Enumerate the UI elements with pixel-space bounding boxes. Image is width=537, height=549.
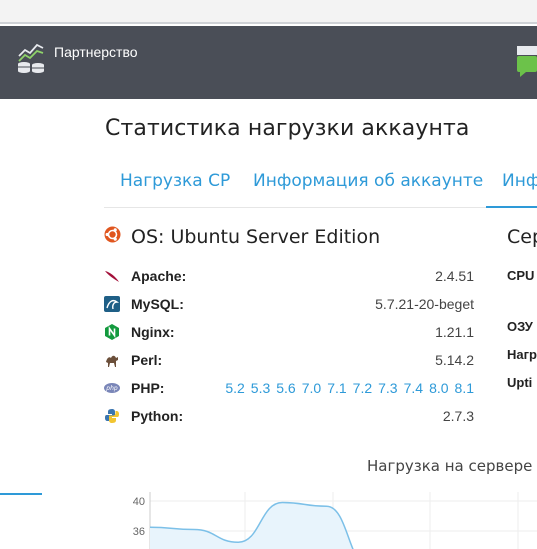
php-version-link[interactable]: 5.6 <box>276 380 295 396</box>
apache-feather-icon <box>104 268 120 284</box>
software-name: Apache: <box>131 268 187 284</box>
nav-item-partnership[interactable]: Партнерство <box>16 42 138 74</box>
php-version-link[interactable]: 7.2 <box>353 380 372 396</box>
php-version-link[interactable]: 7.3 <box>378 380 397 396</box>
top-navbar: Партнерство <box>0 26 537 99</box>
tab-bar: Нагрузка CP Информация об аккаунте Инф <box>104 160 537 208</box>
chart-y-tick-label: 36 <box>133 526 145 538</box>
software-version: 1.21.1 <box>435 324 474 340</box>
software-name: Perl: <box>131 352 163 368</box>
os-heading: OS: Ubuntu Server Edition <box>104 226 380 248</box>
server-cpu-label: CPU <box>507 268 535 283</box>
software-row-php: php PHP: 5.2 5.3 5.6 7.0 7.1 7.2 7.3 7.4… <box>104 377 474 399</box>
server-section-title: Сер <box>507 226 537 248</box>
software-row-mysql: MySQL: 5.7.21-20-beget <box>104 293 474 315</box>
software-version: 5.7.21-20-beget <box>375 296 474 312</box>
php-version-list: 5.2 5.3 5.6 7.0 7.1 7.2 7.3 7.4 8.0 8.1 <box>225 380 474 396</box>
php-version-link[interactable]: 7.1 <box>327 380 346 396</box>
software-version: 2.7.3 <box>442 408 474 424</box>
perl-camel-icon <box>104 352 120 368</box>
php-version-link[interactable]: 8.0 <box>429 380 448 396</box>
php-version-link[interactable]: 5.3 <box>251 380 270 396</box>
software-version: 2.4.51 <box>435 268 474 284</box>
software-row-python: Python: 2.7.3 <box>104 405 474 427</box>
software-name: Nginx: <box>131 324 175 340</box>
php-icon: php <box>104 380 120 396</box>
software-name: MySQL: <box>131 296 184 312</box>
chart-y-tick-label: 40 <box>133 496 145 508</box>
chat-support-icon[interactable] <box>514 46 537 83</box>
software-version: 5.14.2 <box>435 352 474 368</box>
php-version-link[interactable]: 8.1 <box>455 380 474 396</box>
software-name: PHP: <box>131 380 165 396</box>
chart-title: Нагрузка на сервере <box>367 457 533 475</box>
software-name: Python: <box>131 408 184 424</box>
software-row-perl: Perl: 5.14.2 <box>104 349 474 371</box>
nginx-icon <box>104 324 120 340</box>
server-ram-label: ОЗУ <box>507 319 533 334</box>
chart-area-fill <box>150 502 371 549</box>
tab-server-info[interactable]: Инф <box>502 171 537 191</box>
os-label: OS: Ubuntu Server Edition <box>131 226 381 248</box>
server-load-label: Нагр <box>507 347 537 362</box>
php-version-link[interactable]: 7.4 <box>404 380 423 396</box>
chart-coins-icon <box>16 42 46 74</box>
php-version-link[interactable]: 7.0 <box>302 380 321 396</box>
python-icon <box>104 408 120 424</box>
server-uptime-label: Upti <box>507 375 533 390</box>
tab-account-info[interactable]: Информация об аккаунте <box>253 171 483 191</box>
tab-cp-load[interactable]: Нагрузка CP <box>120 171 230 191</box>
ubuntu-icon <box>104 226 121 248</box>
page-title: Статистика нагрузки аккаунта <box>105 116 470 141</box>
top-strip <box>0 0 537 24</box>
php-version-link[interactable]: 5.2 <box>225 380 244 396</box>
nav-item-partnership-label: Партнерство <box>54 44 138 60</box>
server-load-chart: 40 36 <box>133 492 537 549</box>
left-active-indicator <box>0 493 42 495</box>
active-tab-indicator <box>486 206 537 208</box>
software-row-apache: Apache: 2.4.51 <box>104 265 474 287</box>
svg-text:php: php <box>105 385 118 392</box>
software-row-nginx: Nginx: 1.21.1 <box>104 321 474 343</box>
mysql-dolphin-icon <box>104 296 120 312</box>
